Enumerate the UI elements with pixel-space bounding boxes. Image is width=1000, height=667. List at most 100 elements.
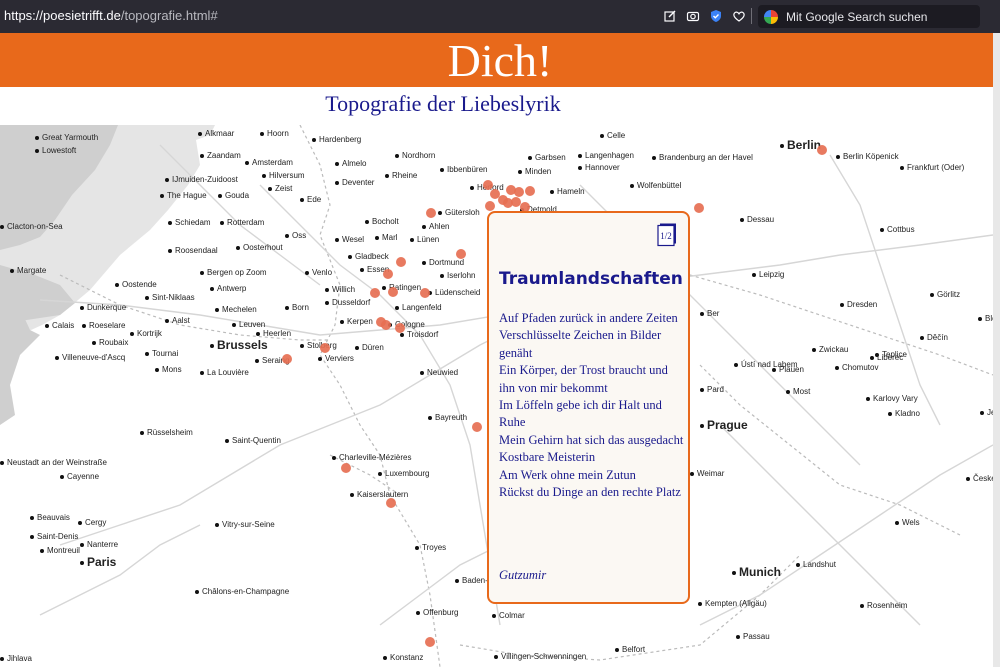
city-dot xyxy=(168,220,172,225)
city-dot xyxy=(438,210,442,215)
city-dot xyxy=(966,476,970,481)
city-label: Vitry-sur-Seine xyxy=(215,520,275,529)
city-label: Zeist xyxy=(268,184,292,193)
poem-card[interactable]: 1/2 Traumlandschaften Auf Pfaden zurück … xyxy=(487,211,690,604)
city-name: Nordhorn xyxy=(402,151,436,160)
city-name: Most xyxy=(793,387,811,396)
poem-marker[interactable] xyxy=(386,498,396,508)
city-label: Dessau xyxy=(740,215,774,224)
city-dot xyxy=(220,220,224,225)
poem-line[interactable]: Rückst du Dinge an den rechte Platz xyxy=(499,484,685,501)
city-name: Langenhagen xyxy=(585,151,634,160)
poem-line[interactable]: Mein Gehirn hat sich das ausgedacht xyxy=(499,432,685,449)
city-dot xyxy=(528,155,532,160)
city-dot xyxy=(245,160,249,165)
poem-line[interactable]: Kostbare Meisterin xyxy=(499,449,685,466)
poem-line[interactable]: Ein Körper, der Trost braucht und ihn vo… xyxy=(499,362,685,397)
poem-marker[interactable] xyxy=(456,249,466,259)
city-dot xyxy=(736,634,740,639)
search-box[interactable]: Mit Google Search suchen xyxy=(758,5,980,28)
city-dot xyxy=(600,133,604,138)
city-name: Bocholt xyxy=(372,217,399,226)
city-label: Colmar xyxy=(492,611,525,620)
poem-author[interactable]: Gutzumir xyxy=(499,568,546,583)
city-name: Sint-Niklaas xyxy=(152,293,195,302)
city-dot xyxy=(80,542,84,547)
city-dot xyxy=(300,197,304,202)
city-dot xyxy=(416,610,420,615)
shield-check-icon[interactable] xyxy=(708,8,724,24)
poem-marker[interactable] xyxy=(514,187,524,197)
city-name: Frankfurt (Oder) xyxy=(907,163,965,172)
city-label: Oostende xyxy=(115,280,157,289)
city-name: The Hague xyxy=(167,191,207,200)
city-name: Neuwied xyxy=(427,368,459,377)
poem-marker[interactable] xyxy=(483,180,493,190)
poem-marker[interactable] xyxy=(420,288,430,298)
poem-marker[interactable] xyxy=(282,354,292,364)
poem-marker[interactable] xyxy=(472,422,482,432)
poem-marker[interactable] xyxy=(395,323,405,333)
city-dot xyxy=(210,343,214,348)
city-dot xyxy=(836,154,840,159)
city-name: Kempten (Allgäu) xyxy=(705,599,767,608)
city-dot xyxy=(365,219,369,224)
city-dot xyxy=(60,474,64,479)
city-label: Wels xyxy=(895,518,920,527)
poem-marker[interactable] xyxy=(383,269,393,279)
poem-line[interactable]: Am Werk ohne mein Zutun xyxy=(499,467,685,484)
city-dot xyxy=(740,217,744,222)
poem-marker[interactable] xyxy=(525,186,535,196)
city-dot xyxy=(360,267,364,272)
city-label: Landshut xyxy=(796,560,836,569)
poem-marker[interactable] xyxy=(320,343,330,353)
city-dot xyxy=(78,520,82,525)
city-label: Clacton-on-Sea xyxy=(0,222,63,231)
poem-marker[interactable] xyxy=(485,201,495,211)
page-indicator-icon[interactable]: 1/2 xyxy=(657,223,677,247)
city-name: Antwerp xyxy=(217,284,247,293)
city-name: Berlin Köpenick xyxy=(843,152,899,161)
city-dot xyxy=(215,522,219,527)
city-label: Prague xyxy=(700,418,748,432)
poem-marker[interactable] xyxy=(426,208,436,218)
heart-icon[interactable] xyxy=(731,8,747,24)
poem-line[interactable]: Im Löffeln gebe ich dir Halt und Ruhe xyxy=(499,397,685,432)
scrollbar[interactable] xyxy=(993,33,1000,667)
site-logo[interactable]: Dich! xyxy=(0,33,1000,89)
poem-marker[interactable] xyxy=(388,287,398,297)
city-dot xyxy=(200,153,204,158)
city-label: Langenhagen xyxy=(578,151,634,160)
address-bar[interactable]: https://poesietrifft.de/topografie.html# xyxy=(4,8,218,23)
city-label: Leuven xyxy=(232,320,265,329)
city-name: Amsterdam xyxy=(252,158,293,167)
city-label: IJmuiden-Zuidoost xyxy=(165,175,238,184)
city-name: Iserlohn xyxy=(447,271,476,280)
city-dot xyxy=(45,323,49,328)
poem-marker[interactable] xyxy=(425,637,435,647)
poem-marker[interactable] xyxy=(341,463,351,473)
city-label: Nordhorn xyxy=(395,151,435,160)
city-dot xyxy=(80,560,84,565)
city-dot xyxy=(0,656,4,661)
city-dot xyxy=(300,343,304,348)
poem-line[interactable]: Auf Pfaden zurück in andere Zeiten xyxy=(499,310,685,327)
city-name: Gladbeck xyxy=(355,252,389,261)
poem-marker[interactable] xyxy=(396,257,406,267)
city-label: Hoorn xyxy=(260,129,289,138)
poem-marker[interactable] xyxy=(381,320,391,330)
camera-icon[interactable] xyxy=(685,8,701,24)
city-name: Rüsselsheim xyxy=(147,428,193,437)
city-name: Wolfenbüttel xyxy=(637,181,682,190)
city-dot xyxy=(378,471,382,476)
city-name: Vitry-sur-Seine xyxy=(222,520,275,529)
poem-line[interactable]: Verschlüsselte Zeichen in Bilder genäht xyxy=(499,327,685,362)
city-label: Rosenheim xyxy=(860,601,907,610)
city-name: Deventer xyxy=(342,178,375,187)
poem-marker[interactable] xyxy=(370,288,380,298)
city-name: Dunkerque xyxy=(87,303,127,312)
edit-icon[interactable] xyxy=(662,8,678,24)
city-name: Schiedam xyxy=(175,218,211,227)
poem-marker[interactable] xyxy=(817,145,827,155)
poem-marker[interactable] xyxy=(694,203,704,213)
